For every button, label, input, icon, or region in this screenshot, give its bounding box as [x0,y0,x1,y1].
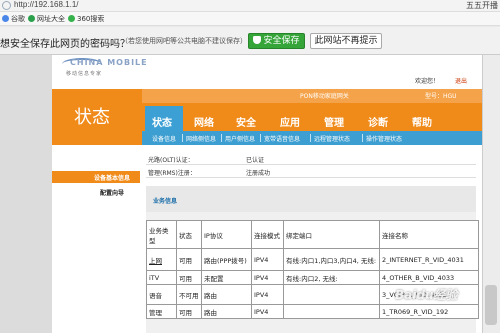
table-cell: 1_TR069_R_VID_192 [379,304,479,319]
save-password-button[interactable]: 安全保存 [248,33,305,49]
column-header: IP协议 [201,220,252,249]
tab-diagnosis[interactable]: 诊断 [368,114,388,129]
360-icon [68,15,75,22]
table-cell [283,304,380,319]
tab-network[interactable]: 网络 [194,114,214,129]
google-icon [2,15,9,22]
submenu-divider [182,134,183,142]
table-cell: 语音 [146,284,177,305]
submenu-remote-status[interactable]: 远程管理状态 [314,134,350,143]
globe-icon [2,1,11,10]
top-right-label[interactable]: 五五开播 [466,0,498,11]
section-title-block: 状态 [52,89,142,145]
tab-help[interactable]: 帮助 [412,114,432,129]
info-key: 管理(RMS)注册： [148,170,196,177]
info-key: 光路(OLT)认证： [148,157,194,164]
submenu-network-info[interactable]: 网络侧信息 [186,134,216,143]
table-cell: IPV4 [251,284,284,305]
table-cell: 路由 [201,284,252,305]
submenu-user-info[interactable]: 用户侧信息 [225,134,255,143]
tab-application[interactable]: 应用 [280,114,300,129]
table-row: 上网 可用 路由(PPP拨号) IPV4 有线:内口1,内口3,内口4, 无线:… [146,248,479,271]
section-title: 状态 [74,107,110,128]
exit-link[interactable]: 退出 [455,76,467,85]
table-cell: 2_INTERNET_R_VID_4031 [379,248,479,271]
table-cell: 管理 [146,304,177,319]
table-cell: 路由(PPP拨号) [201,248,252,271]
submenu-divider [310,134,311,142]
model-type: 型号：HGU [425,93,457,100]
submenu-divider [221,134,222,142]
column-header: 连接模式 [251,220,284,249]
submenu-operation-status[interactable]: 操作管理状态 [366,134,402,143]
table-cell: 不可用 [176,284,202,305]
password-prompt-note: （若您使用网吧等公共电脑不建议保存） [121,37,247,45]
column-header: 业务类型 [146,220,177,249]
service-table: 业务类型 状态 IP协议 连接模式 绑定端口 连接名称 上网 可用 路由(PPP… [146,220,479,319]
favorite-item-google[interactable]: 谷歌 [2,14,25,24]
sidebar-item-setup-wizard[interactable]: 配置向导 [100,188,124,197]
table-cell: 有线:内口1,内口3,内口4, 无线: [283,248,380,271]
table-cell: 可用 [176,270,202,285]
info-value: 已认证 [246,157,265,164]
scrollbar-thumb[interactable] [485,285,497,325]
table-cell: 有线:内口2, 无线: [283,270,380,285]
sidebar-item-device-basic-info[interactable]: 设备基本信息 [52,171,140,183]
submenu-divider [260,134,261,142]
brand-slogan: 移动信息专家 [66,71,103,77]
submenu-divider [362,134,363,142]
table-row: 管理 可用 路由 IPV4 1_TR069_R_VID_192 [146,304,479,319]
tab-management[interactable]: 管理 [324,114,344,129]
service-section-header [146,186,476,212]
watermark: Baidu经验 [395,288,458,302]
favorite-item-360[interactable]: 360搜索 [68,14,104,24]
submenu-voice-info[interactable]: 宽带语音信息 [264,134,300,143]
table-row: iTV 可用 未配置 IPV4 有线:内口2, 无线: 4_OTHER_B_VI… [146,270,479,285]
address-url[interactable]: http://192.168.1.1/ [14,0,79,9]
column-header: 连接名称 [379,220,479,249]
table-cell: IPV4 [251,304,284,319]
table-cell: 未配置 [201,270,252,285]
info-row [146,153,476,165]
table-cell: 路由 [201,304,252,319]
table-cell: IPV4 [251,248,284,271]
column-header: 绑定端口 [283,220,380,249]
table-cell: 可用 [176,304,202,319]
password-prompt-bar: 想安全保存此网页的密码吗？ （若您使用网吧等公共电脑不建议保存） 安全保存 此网… [0,27,500,55]
info-value: 注册成功 [246,170,271,177]
password-prompt-question: 想安全保存此网页的密码吗？ [0,39,130,50]
table-cell [283,284,380,305]
table-cell: 可用 [176,248,202,271]
submenu-device-info[interactable]: 设备信息 [152,134,176,143]
service-type-link[interactable]: 上网 [146,248,177,271]
favorites-bar: 谷歌 网址大全 360搜索 [0,12,500,26]
favorite-item-sites[interactable]: 网址大全 [28,14,65,24]
table-cell: 4_OTHER_B_VID_4033 [379,270,479,285]
table-header-row: 业务类型 状态 IP协议 连接模式 绑定端口 连接名称 [146,220,479,249]
welcome-text: 欢迎您！ [415,78,440,85]
address-bar[interactable]: http://192.168.1.1/ 五五开播 [0,0,500,12]
brand-name: CHINA MOBILE [70,58,148,67]
service-section-title: 业务信息 [153,198,178,205]
table-cell: IPV4 [251,270,284,285]
never-prompt-button[interactable]: 此网站不再提示 [310,33,382,49]
model-name: PON移动家庭网关 [300,93,349,100]
column-header: 状态 [176,220,202,249]
web-icon [28,15,35,22]
tab-status[interactable]: 状态 [152,114,172,129]
table-cell: iTV [146,270,177,285]
tab-security[interactable]: 安全 [236,114,256,129]
shield-icon [253,36,262,44]
